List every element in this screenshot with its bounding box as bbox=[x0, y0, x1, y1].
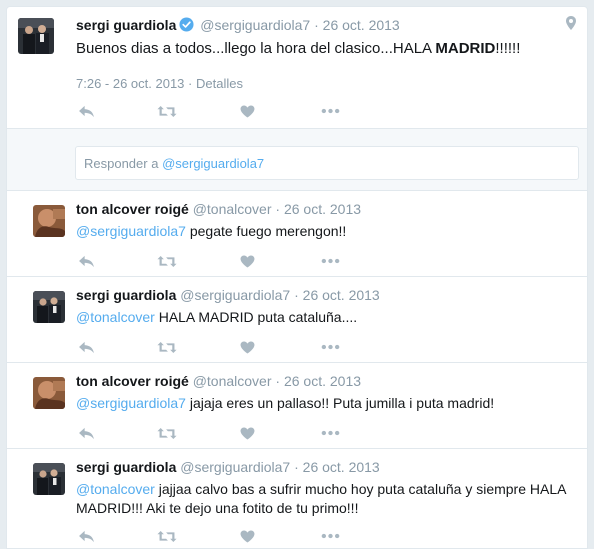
heart-icon[interactable] bbox=[237, 424, 257, 442]
reply-arrow-icon[interactable] bbox=[76, 102, 96, 120]
author-name[interactable]: sergi guardiola bbox=[76, 287, 176, 303]
avatar[interactable] bbox=[33, 463, 65, 495]
tweet-text: @sergiguardiola7 pegate fuego merengon!! bbox=[76, 222, 576, 241]
heart-icon[interactable] bbox=[237, 338, 257, 356]
tweet-date[interactable]: 26 oct. 2013 bbox=[284, 373, 361, 389]
tweet-text: @tonalcover jajjaa calvo bas a sufrir mu… bbox=[76, 480, 576, 518]
tweet-header: ton alcover roigé @tonalcover · 26 oct. … bbox=[76, 373, 361, 389]
retweet-icon[interactable] bbox=[157, 252, 177, 270]
tweet-date[interactable]: 26 oct. 2013 bbox=[303, 287, 380, 303]
verified-badge-icon bbox=[179, 17, 194, 32]
reply-placeholder: Responder a bbox=[84, 156, 163, 171]
details-link[interactable]: Detalles bbox=[196, 76, 243, 91]
tweet-actions bbox=[76, 252, 356, 270]
tweet-actions bbox=[76, 424, 356, 442]
location-pin-icon[interactable] bbox=[565, 15, 577, 31]
mention-link[interactable]: @tonalcover bbox=[76, 309, 155, 325]
tweet-date[interactable]: 26 oct. 2013 bbox=[323, 17, 400, 33]
separator-dot: · bbox=[294, 459, 299, 475]
separator-dot: · bbox=[314, 17, 319, 33]
author-name[interactable]: ton alcover roigé bbox=[76, 373, 189, 389]
author-handle[interactable]: @tonalcover bbox=[193, 373, 272, 389]
tweet-header: sergi guardiola @sergiguardiola7 · 26 oc… bbox=[76, 459, 380, 475]
reply-arrow-icon[interactable] bbox=[76, 252, 96, 270]
retweet-icon[interactable] bbox=[157, 424, 177, 442]
tweet-text: @sergiguardiola7 jajaja eres un pallaso!… bbox=[76, 394, 576, 413]
author-handle[interactable]: @sergiguardiola7 bbox=[180, 459, 290, 475]
tweet-text-part: pegate fuego merengon!! bbox=[185, 223, 347, 239]
avatar[interactable] bbox=[33, 377, 65, 409]
reply-tweet: sergi guardiola @sergiguardiola7 · 26 oc… bbox=[6, 449, 588, 549]
author-handle[interactable]: @sergiguardiola7 bbox=[200, 17, 310, 33]
avatar[interactable] bbox=[33, 291, 65, 323]
reply-composer-area: Responder a @sergiguardiola7 bbox=[6, 129, 588, 191]
separator-dot: · bbox=[294, 287, 299, 303]
retweet-icon[interactable] bbox=[157, 338, 177, 356]
tweet-text: Buenos dias a todos...llego la hora del … bbox=[76, 40, 520, 57]
tweet-timestamp[interactable]: 7:26 - 26 oct. 2013 bbox=[76, 76, 184, 91]
tweet-text-bold: MADRID bbox=[435, 40, 496, 57]
tweet-text-part: Buenos dias a todos...llego la hora del … bbox=[76, 40, 436, 57]
reply-arrow-icon[interactable] bbox=[76, 527, 96, 545]
separator-dot: · bbox=[188, 76, 193, 91]
author-name[interactable]: sergi guardiola bbox=[76, 459, 176, 475]
avatar[interactable] bbox=[33, 205, 65, 237]
mention-link[interactable]: @sergiguardiola7 bbox=[76, 223, 186, 239]
avatar[interactable] bbox=[18, 18, 54, 54]
reply-tweet: ton alcover roigé @tonalcover · 26 oct. … bbox=[6, 191, 588, 277]
retweet-icon[interactable] bbox=[157, 102, 177, 120]
mention-link[interactable]: @tonalcover bbox=[76, 481, 155, 497]
mention-link[interactable]: @sergiguardiola7 bbox=[76, 395, 186, 411]
reply-arrow-icon[interactable] bbox=[76, 424, 96, 442]
tweet-actions bbox=[76, 102, 356, 120]
more-dots-icon[interactable] bbox=[320, 424, 340, 442]
tweet-text: @tonalcover HALA MADRID puta cataluña...… bbox=[76, 308, 576, 327]
author-name[interactable]: ton alcover roigé bbox=[76, 201, 189, 217]
tweet-header: sergi guardiola @sergiguardiola7 · 26 oc… bbox=[76, 17, 400, 33]
main-tweet: sergi guardiola @sergiguardiola7 · 26 oc… bbox=[6, 6, 588, 129]
tweet-text-part: jajaja eres un pallaso!! Puta jumilla i … bbox=[185, 395, 495, 411]
more-dots-icon[interactable] bbox=[320, 338, 340, 356]
author-name[interactable]: sergi guardiola bbox=[76, 17, 176, 33]
tweet-actions bbox=[76, 527, 356, 545]
tweet-date[interactable]: 26 oct. 2013 bbox=[303, 459, 380, 475]
reply-placeholder-mention: @sergiguardiola7 bbox=[162, 156, 265, 171]
more-dots-icon[interactable] bbox=[320, 527, 340, 545]
reply-tweet: sergi guardiola @sergiguardiola7 · 26 oc… bbox=[6, 277, 588, 363]
retweet-icon[interactable] bbox=[157, 527, 177, 545]
tweet-actions bbox=[76, 338, 356, 356]
heart-icon[interactable] bbox=[237, 252, 257, 270]
tweet-header: ton alcover roigé @tonalcover · 26 oct. … bbox=[76, 201, 361, 217]
more-dots-icon[interactable] bbox=[320, 252, 340, 270]
heart-icon[interactable] bbox=[237, 102, 257, 120]
twitter-conversation: sergi guardiola @sergiguardiola7 · 26 oc… bbox=[0, 0, 594, 549]
reply-input[interactable]: Responder a @sergiguardiola7 bbox=[75, 146, 579, 180]
author-handle[interactable]: @tonalcover bbox=[193, 201, 272, 217]
tweet-meta: 7:26 - 26 oct. 2013 · Detalles bbox=[76, 76, 243, 91]
more-dots-icon[interactable] bbox=[320, 102, 340, 120]
tweet-text-part: !!!!!! bbox=[495, 40, 521, 57]
author-handle[interactable]: @sergiguardiola7 bbox=[180, 287, 290, 303]
separator-dot: · bbox=[275, 373, 281, 389]
reply-arrow-icon[interactable] bbox=[76, 338, 96, 356]
tweet-date[interactable]: 26 oct. 2013 bbox=[284, 201, 361, 217]
separator-dot: · bbox=[275, 201, 281, 217]
tweet-header: sergi guardiola @sergiguardiola7 · 26 oc… bbox=[76, 287, 380, 303]
reply-tweet: ton alcover roigé @tonalcover · 26 oct. … bbox=[6, 363, 588, 449]
tweet-text-part: HALA MADRID puta cataluña.... bbox=[154, 309, 358, 325]
heart-icon[interactable] bbox=[237, 527, 257, 545]
